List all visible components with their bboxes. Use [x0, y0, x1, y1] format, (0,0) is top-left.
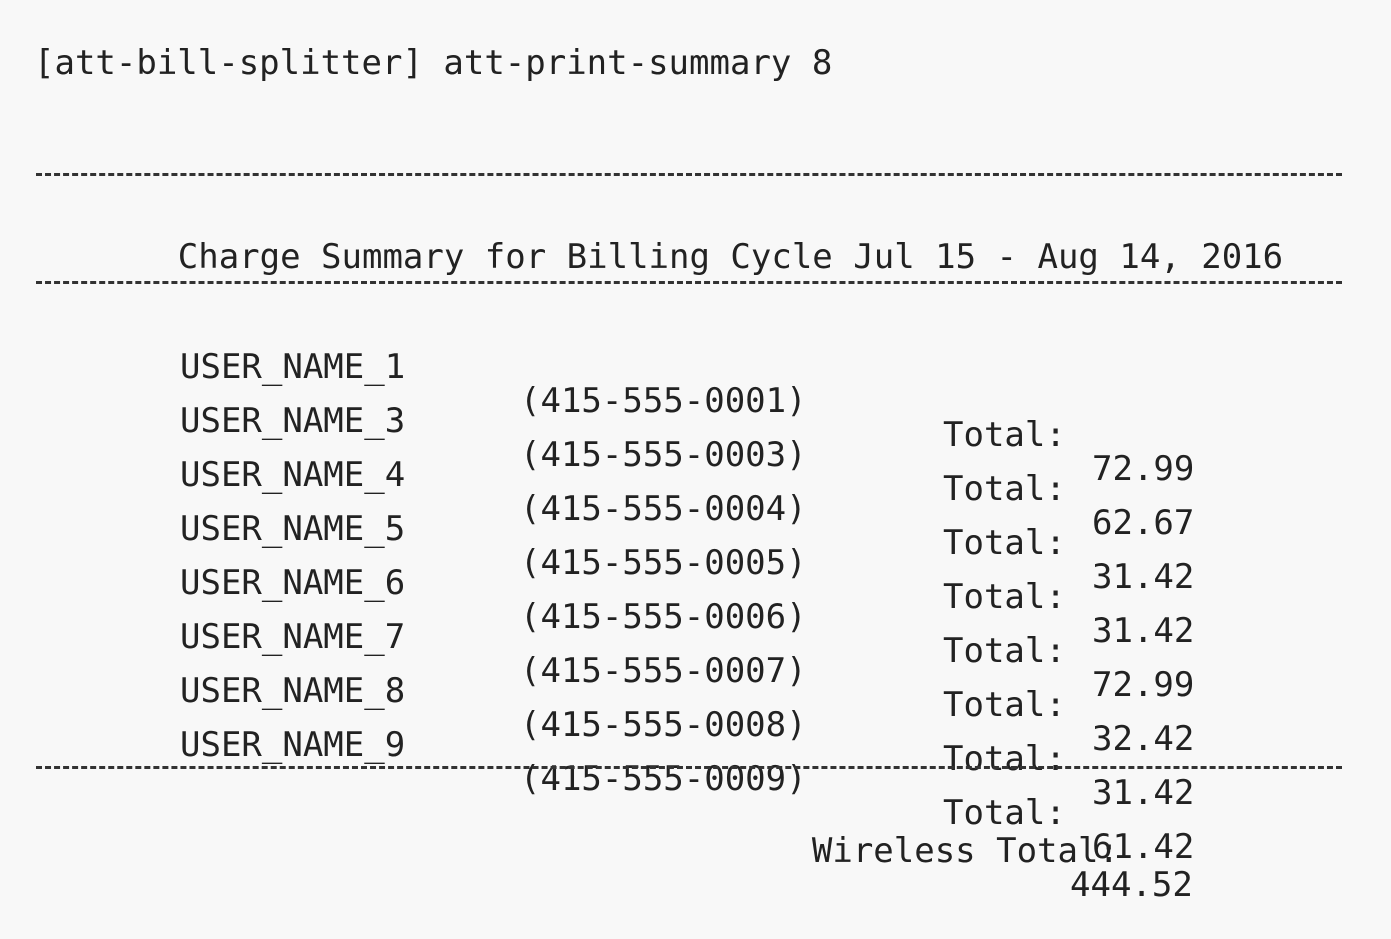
wireless-total-label: Wireless Total:	[811, 831, 1119, 871]
summary-header: Charge Summary for Billing Cycle Jul 15 …	[0, 206, 1391, 308]
charge-row: USER_NAME_9 (415-555-0009) Total: 61.42	[0, 694, 1391, 864]
charge-row: USER_NAME_5 (415-555-0005) Total: 31.42	[0, 478, 1391, 648]
charge-row: USER_NAME_8 (415-555-0008) Total: 31.42	[0, 640, 1391, 810]
separator-middle	[36, 281, 1342, 284]
command-line: [att-bill-splitter] att-print-summary 8	[34, 43, 833, 83]
charge-row: USER_NAME_3 (415-555-0003) Total: 62.67	[0, 370, 1391, 540]
wireless-total-value: 444.52	[1070, 865, 1193, 905]
summary-title: Charge Summary for Billing Cycle Jul 15 …	[177, 237, 1284, 277]
charge-row: USER_NAME_4 (415-555-0004) Total: 31.42	[0, 424, 1391, 594]
user-name: USER_NAME_9	[180, 725, 406, 765]
charge-row: USER_NAME_7 (415-555-0007) Total: 32.42	[0, 586, 1391, 756]
wireless-total: Wireless Total: 444.52	[730, 800, 1193, 936]
terminal-output: [att-bill-splitter] att-print-summary 8 …	[0, 0, 1391, 902]
separator-top	[36, 173, 1342, 176]
charge-row: USER_NAME_6 (415-555-0006) Total: 72.99	[0, 532, 1391, 702]
separator-bottom	[36, 766, 1342, 769]
charge-row: USER_NAME_1 (415-555-0001) Total: 72.99	[0, 316, 1391, 486]
total-label: Total:	[943, 739, 1066, 779]
